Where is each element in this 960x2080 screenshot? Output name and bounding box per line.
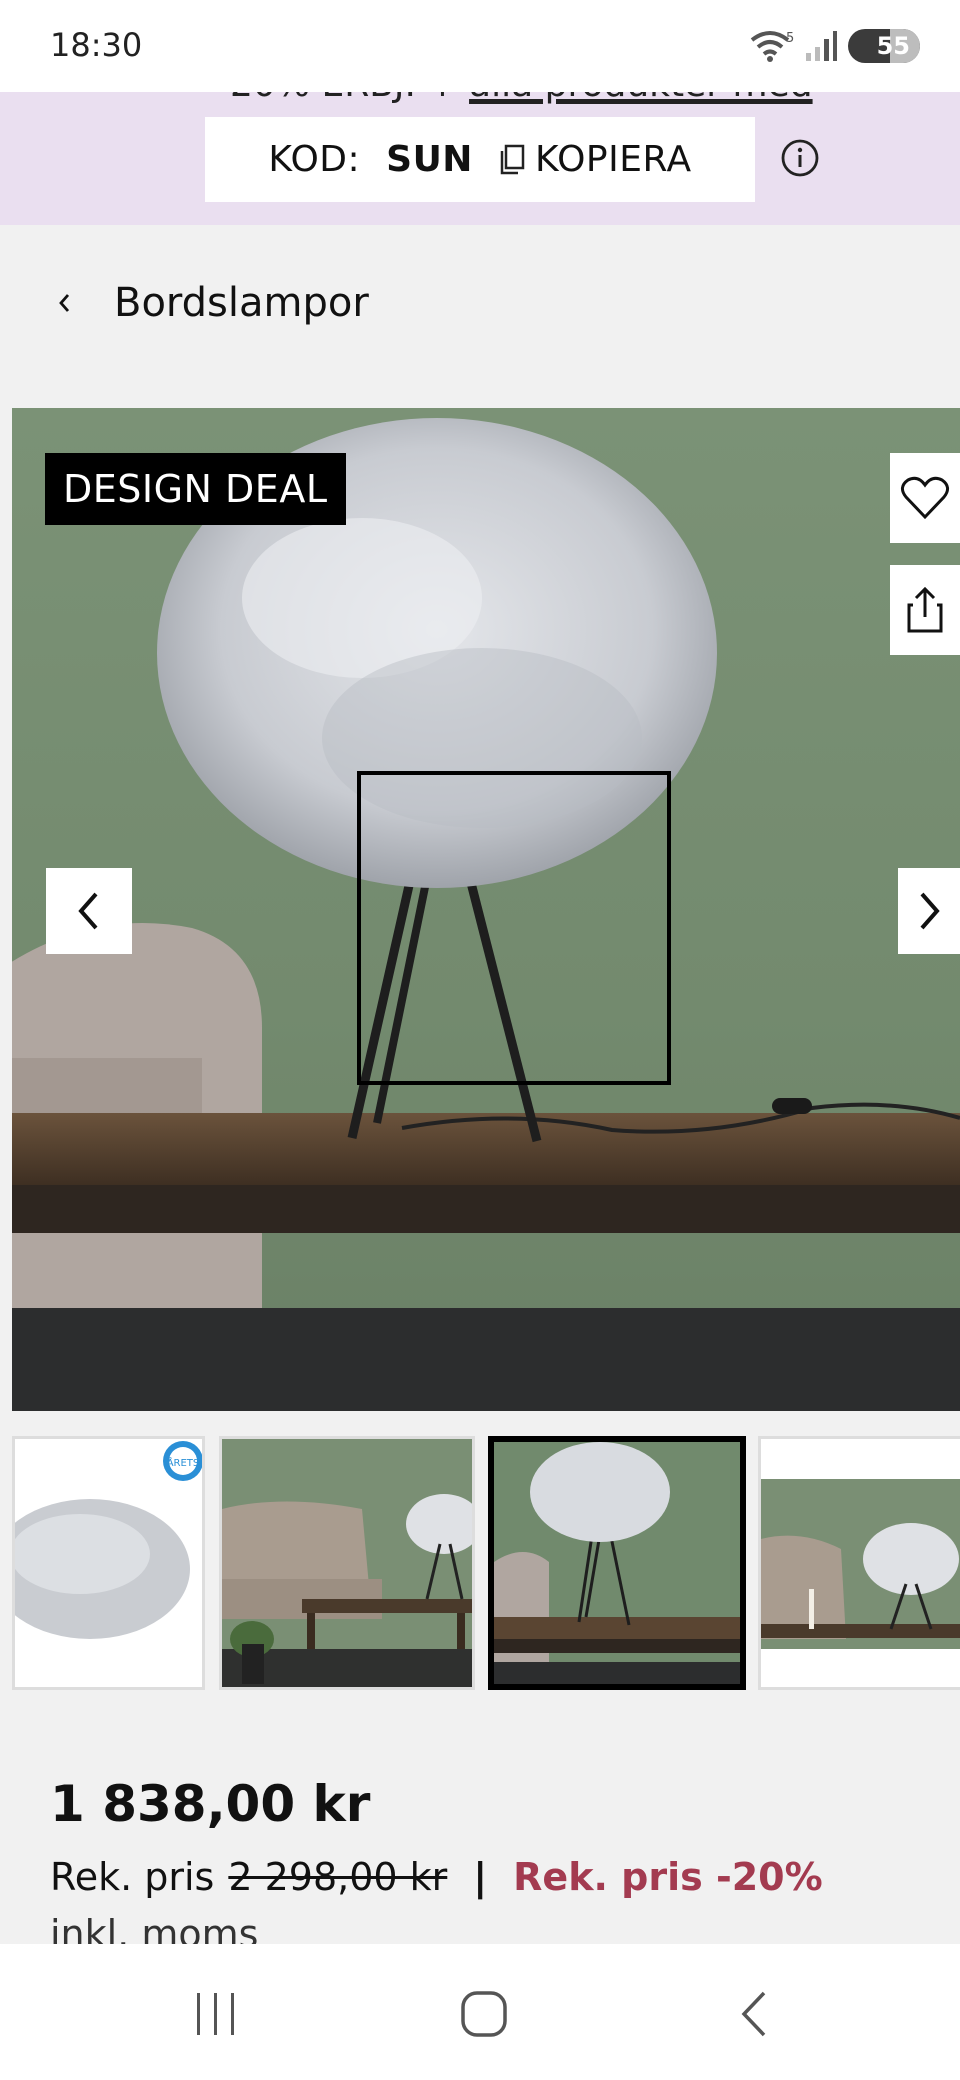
product-image[interactable]: DESIGN DEAL [12, 408, 960, 1411]
status-bar: 18:30 5 55 [0, 0, 960, 92]
svg-text:5: 5 [786, 31, 794, 46]
wifi-icon: 5 [750, 31, 794, 62]
favorite-button[interactable] [890, 453, 960, 543]
next-image-button[interactable] [898, 868, 960, 954]
copy-icon [500, 144, 525, 174]
rek-label: Rek. pris [50, 1855, 215, 1899]
thumbnail-2[interactable] [219, 1436, 475, 1690]
recent-apps-button[interactable] [176, 1984, 256, 2044]
original-price: 2 298,00 kr [228, 1855, 448, 1899]
home-button[interactable] [444, 1984, 524, 2044]
heart-icon [901, 476, 949, 520]
breadcrumb-label: Bordslampor [114, 280, 369, 326]
previous-image-button[interactable] [46, 868, 132, 954]
discount-code: SUN [386, 139, 473, 180]
breadcrumb-back[interactable]: Bordslampor [56, 280, 369, 326]
info-icon [781, 139, 819, 177]
copy-code-button[interactable]: KOPIERA [499, 139, 692, 180]
recent-apps-icon [197, 1993, 234, 2035]
system-navigation-bar [0, 1944, 960, 2080]
share-icon [907, 586, 943, 633]
discount-code-box: KOD: SUN KOPIERA [205, 117, 755, 202]
thumbnail-image: ÅRETS [15, 1439, 202, 1687]
copy-label: KOPIERA [534, 139, 692, 180]
design-deal-badge: DESIGN DEAL [45, 453, 346, 525]
price-separator: | [473, 1855, 488, 1899]
status-icons: 5 55 [748, 26, 920, 66]
thumbnail-image [761, 1439, 960, 1687]
chevron-left-icon [78, 892, 98, 930]
back-icon [741, 1991, 766, 2037]
discount-label: Rek. pris -20% [513, 1855, 823, 1899]
product-photo [12, 418, 960, 1411]
status-time: 18:30 [50, 26, 143, 64]
thumbnail-badge: ÅRETS [167, 1456, 200, 1469]
chevron-right-icon [920, 892, 940, 930]
signal-icon [806, 31, 837, 61]
recommended-price-row: Rek. pris 2 298,00 kr | Rek. pris -20% [50, 1855, 823, 1899]
product-price: 1 838,00 kr [50, 1775, 371, 1833]
promo-text: 20% ERBJ. + alla produkter med [230, 92, 813, 105]
info-button[interactable] [780, 138, 820, 182]
promo-banner: 20% ERBJ. + alla produkter med KOD: SUN … [0, 92, 960, 225]
promo-link[interactable]: alla produkter med [469, 92, 813, 105]
thumbnail-image [222, 1439, 472, 1687]
code-label: KOD: [268, 139, 361, 180]
thumbnail-strip: ÅRETS [0, 1436, 960, 1696]
battery-indicator: 55 [848, 29, 920, 63]
thumbnail-3-selected[interactable] [488, 1436, 746, 1690]
home-icon [461, 1991, 507, 2037]
back-button[interactable] [714, 1984, 794, 2044]
chevron-left-icon [59, 294, 70, 312]
share-button[interactable] [890, 565, 960, 655]
thumbnail-image [494, 1442, 740, 1684]
thumbnail-4[interactable] [758, 1436, 960, 1690]
thumbnail-1[interactable]: ÅRETS [12, 1436, 205, 1690]
